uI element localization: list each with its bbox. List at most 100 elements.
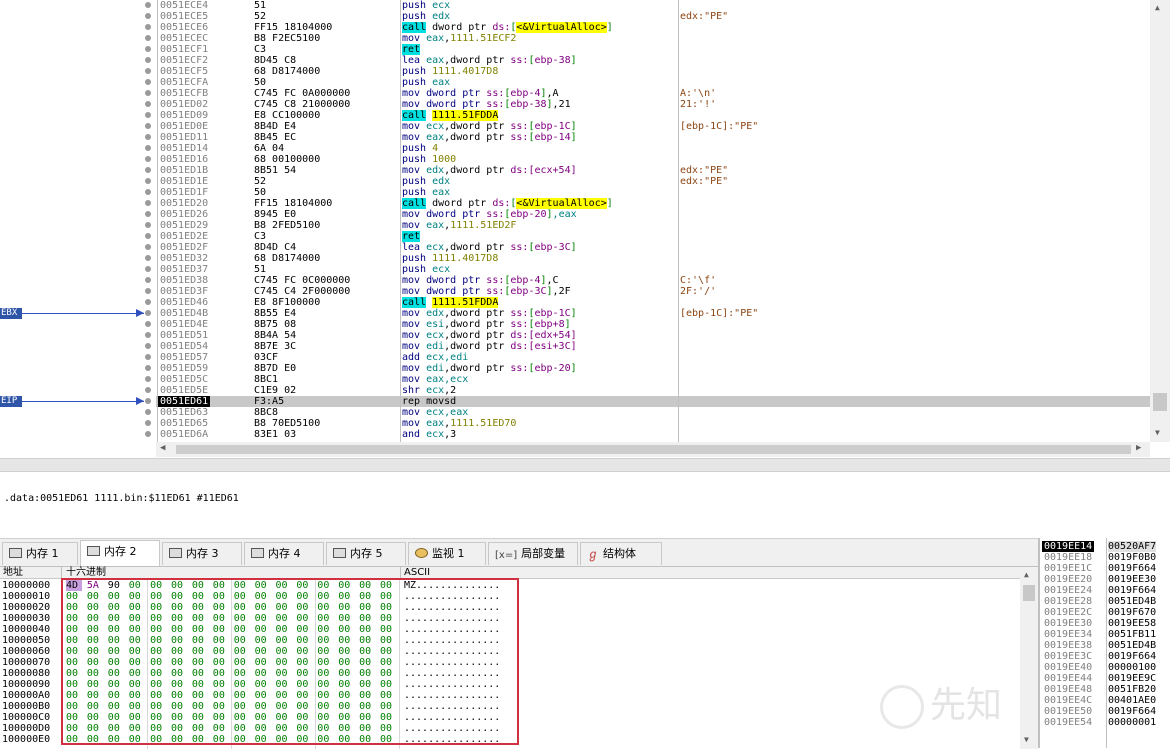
breakpoint-dot-icon[interactable]	[145, 189, 151, 195]
disasm-row[interactable]: 0051ED38 C745 FC 0C000000 mov dword ptr ss…	[156, 275, 1150, 286]
disasm-row[interactable]: 0051ED02 C745 C8 21000000 mov dword ptr ss…	[156, 99, 1150, 110]
breakpoint-dot-icon[interactable]	[145, 35, 151, 41]
disasm-row[interactable]: 0051ECE6 FF15 18104000 call dword ptr ds:[…	[156, 22, 1150, 33]
stack-pane[interactable]: 0019EE14 00520AF7 0019EE18 0019F0B0 0019EE1C…	[1038, 538, 1170, 748]
stack-row[interactable]: 0019EE34 0051FB11	[1040, 629, 1170, 640]
disasm-row[interactable]: 0051ED54 8B7E 3C mov edi,dword ptr ds:[esi…	[156, 341, 1150, 352]
disasm-row[interactable]: 0051ECF1 C3 ret	[156, 44, 1150, 55]
disasm-row[interactable]: 0051ED09 E8 CC100000 call 1111.51FDDA	[156, 110, 1150, 121]
disasm-row[interactable]: 0051ECFA 50 push eax	[156, 77, 1150, 88]
disasm-row[interactable]: 0051ECFB C745 FC 0A000000 mov dword ptr ss…	[156, 88, 1150, 99]
breakpoint-dot-icon[interactable]	[145, 112, 151, 118]
tab-3[interactable]: 内存 3	[162, 542, 242, 565]
breakpoint-dot-icon[interactable]	[145, 145, 151, 151]
disasm-row[interactable]: 0051ED37 51 push ecx	[156, 264, 1150, 275]
breakpoint-dot-icon[interactable]	[145, 57, 151, 63]
disasm-row[interactable]: 0051ED65 B8 70ED5100 mov eax,1111.51ED70	[156, 418, 1150, 429]
breakpoint-dot-icon[interactable]	[145, 321, 151, 327]
disasm-row[interactable]: 0051ED1E 52 push edx edx:"PE"	[156, 176, 1150, 187]
breakpoint-dot-icon[interactable]	[145, 244, 151, 250]
stack-row[interactable]: 0019EE50 0019F664	[1040, 706, 1170, 717]
stack-row[interactable]: 0019EE18 0019F0B0	[1040, 552, 1170, 563]
breakpoint-dot-icon[interactable]	[145, 134, 151, 140]
disasm-row[interactable]: 0051ED59 8B7D E0 mov edi,dword ptr ss:[ebp…	[156, 363, 1150, 374]
tab-1[interactable]: 内存 1	[2, 542, 78, 565]
breakpoint-dot-icon[interactable]	[145, 431, 151, 437]
stack-row[interactable]: 0019EE20 0019EE30	[1040, 574, 1170, 585]
stack-row[interactable]: 0019EE1C 0019F664	[1040, 563, 1170, 574]
disassembly-pane[interactable]: EBX EIP 0051ECE4 51 push ecx 0051ECE5 52 push …	[0, 0, 1170, 458]
scrollbar-thumb[interactable]	[176, 445, 1131, 454]
disassembly-rows[interactable]: 0051ECE4 51 push ecx 0051ECE5 52 push edx edx:…	[156, 0, 1150, 442]
breakpoint-dot-icon[interactable]	[145, 354, 151, 360]
breakpoint-dot-icon[interactable]	[145, 167, 151, 173]
stack-row[interactable]: 0019EE4C 00401AE0	[1040, 695, 1170, 706]
stack-row[interactable]: 0019EE44 0019EE9C	[1040, 673, 1170, 684]
scroll-left-icon[interactable]: ◀	[160, 443, 165, 453]
breakpoint-dot-icon[interactable]	[145, 156, 151, 162]
breakpoint-dot-icon[interactable]	[145, 376, 151, 382]
breakpoint-dot-icon[interactable]	[145, 178, 151, 184]
disasm-row[interactable]: 0051ED63 8BC8 mov ecx,eax	[156, 407, 1150, 418]
disasm-row[interactable]: 0051ED2E C3 ret	[156, 231, 1150, 242]
disasm-row[interactable]: 0051ED1F 50 push eax	[156, 187, 1150, 198]
disassembly-vertical-scrollbar[interactable]: ▲ ▼	[1150, 0, 1170, 442]
stack-row[interactable]: 0019EE24 0019F664	[1040, 585, 1170, 596]
breakpoint-dot-icon[interactable]	[145, 310, 151, 316]
disassembly-gutter[interactable]: EBX EIP	[0, 0, 156, 442]
stack-row[interactable]: 0019EE2C 0019F670	[1040, 607, 1170, 618]
breakpoint-dot-icon[interactable]	[145, 299, 151, 305]
disasm-row[interactable]: 0051ED32 68 D8174000 push 1111.4017D8	[156, 253, 1150, 264]
disasm-row[interactable]: 0051ECF5 68 D8174000 push 1111.4017D8	[156, 66, 1150, 77]
scrollbar-thumb[interactable]	[1023, 585, 1035, 601]
breakpoint-dot-icon[interactable]	[145, 277, 151, 283]
stack-row[interactable]: 0019EE30 0019EE58	[1040, 618, 1170, 629]
scroll-right-icon[interactable]: ▶	[1136, 443, 1141, 453]
pane-splitter[interactable]	[0, 458, 1170, 472]
tab-5[interactable]: 内存 5	[326, 542, 406, 565]
disasm-row[interactable]: 0051ED26 8945 E0 mov dword ptr ss:[ebp-20]…	[156, 209, 1150, 220]
breakpoint-dot-icon[interactable]	[145, 123, 151, 129]
disasm-row[interactable]: 0051ECF2 8D45 C8 lea eax,dword ptr ss:[ebp…	[156, 55, 1150, 66]
stack-row[interactable]: 0019EE38 0051ED4B	[1040, 640, 1170, 651]
disasm-row[interactable]: 0051ED2F 8D4D C4 lea ecx,dword ptr ss:[ebp…	[156, 242, 1150, 253]
breakpoint-dot-icon[interactable]	[145, 2, 151, 8]
disasm-row[interactable]: 0051ED4B 8B55 E4 mov edx,dword ptr ss:[ebp…	[156, 308, 1150, 319]
disasm-row[interactable]: 0051ECE4 51 push ecx	[156, 0, 1150, 11]
scrollbar-thumb[interactable]	[1153, 393, 1167, 411]
breakpoint-dot-icon[interactable]	[145, 288, 151, 294]
stack-row[interactable]: 0019EE48 0051FB20	[1040, 684, 1170, 695]
disasm-row[interactable]: 0051ED20 FF15 18104000 call dword ptr ds:[…	[156, 198, 1150, 209]
disasm-row[interactable]: 0051ED4E 8B75 08 mov esi,dword ptr ss:[ebp…	[156, 319, 1150, 330]
breakpoint-dot-icon[interactable]	[145, 79, 151, 85]
disasm-row[interactable]: 0051ED1B 8B51 54 mov edx,dword ptr ds:[ecx…	[156, 165, 1150, 176]
stack-row[interactable]: 0019EE40 00000100	[1040, 662, 1170, 673]
disasm-row[interactable]: 0051ED5E C1E9 02 shr ecx,2	[156, 385, 1150, 396]
breakpoint-dot-icon[interactable]	[145, 233, 151, 239]
disasm-row[interactable]: 0051ED57 03CF add ecx,edi	[156, 352, 1150, 363]
disasm-row[interactable]: 0051ED61 F3:A5 rep movsd	[156, 396, 1150, 407]
scroll-up-icon[interactable]: ▲	[1024, 570, 1029, 579]
breakpoint-dot-icon[interactable]	[145, 200, 151, 206]
stack-row[interactable]: 0019EE28 0051ED4B	[1040, 596, 1170, 607]
disassembly-horizontal-scrollbar[interactable]: ◀ ▶	[156, 442, 1150, 457]
tab-6[interactable]: 监视 1	[408, 542, 486, 565]
breakpoint-dot-icon[interactable]	[145, 266, 151, 272]
stack-row[interactable]: 0019EE54 00000001	[1040, 717, 1170, 728]
breakpoint-dot-icon[interactable]	[145, 13, 151, 19]
scroll-down-icon[interactable]: ▼	[1155, 428, 1160, 437]
stack-row[interactable]: 0019EE3C 0019F664	[1040, 651, 1170, 662]
breakpoint-dot-icon[interactable]	[145, 387, 151, 393]
breakpoint-dot-icon[interactable]	[145, 46, 151, 52]
disasm-row[interactable]: 0051ED0E 8B4D E4 mov ecx,dword ptr ss:[ebp…	[156, 121, 1150, 132]
disasm-row[interactable]: 0051ED16 68 00100000 push 1000	[156, 154, 1150, 165]
breakpoint-dot-icon[interactable]	[145, 365, 151, 371]
disasm-row[interactable]: 0051ECE5 52 push edx edx:"PE"	[156, 11, 1150, 22]
disasm-row[interactable]: 0051ED3F C745 C4 2F000000 mov dword ptr ss…	[156, 286, 1150, 297]
breakpoint-dot-icon[interactable]	[145, 101, 151, 107]
scroll-up-icon[interactable]: ▲	[1155, 3, 1160, 12]
stack-row[interactable]: 0019EE14 00520AF7	[1040, 541, 1170, 552]
breakpoint-dot-icon[interactable]	[145, 420, 151, 426]
breakpoint-dot-icon[interactable]	[145, 409, 151, 415]
tab-2[interactable]: 内存 2	[80, 540, 160, 566]
